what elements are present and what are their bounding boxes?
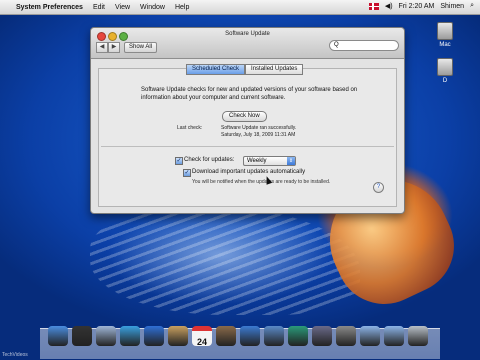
frequency-value: Weekly xyxy=(247,158,267,164)
finder-icon[interactable] xyxy=(48,326,68,346)
folder-icon[interactable] xyxy=(360,326,380,346)
search-input[interactable]: Q xyxy=(329,40,399,51)
tab-installed-updates[interactable]: Installed Updates xyxy=(245,64,304,75)
last-check-status: Software Update ran successfully. xyxy=(221,125,297,131)
trash-icon[interactable] xyxy=(408,326,428,346)
description-text: Software Update checks for new and updat… xyxy=(141,87,358,101)
iphoto-icon[interactable] xyxy=(264,326,284,346)
menu-extras: ◀) Fri 2:20 AM Shimen ⌕ xyxy=(368,2,474,10)
menu-edit[interactable]: Edit xyxy=(93,4,105,11)
spotlight-icon[interactable]: ⌕ xyxy=(470,2,474,10)
desktop-drive-d[interactable]: D xyxy=(425,58,465,84)
mail-icon[interactable] xyxy=(96,326,116,346)
hard-drive-icon xyxy=(437,22,453,40)
menu-bar: System Preferences Edit View Window Help… xyxy=(0,0,480,15)
menu-view[interactable]: View xyxy=(115,4,130,11)
title-bar[interactable]: Software Update ◀ ▶ Show All Q xyxy=(91,28,404,59)
downloads-icon[interactable] xyxy=(384,326,404,346)
download-note: You will be notified when the updates ar… xyxy=(192,179,331,185)
itunes-icon[interactable] xyxy=(240,326,260,346)
software-update-window: Software Update ◀ ▶ Show All Q Scheduled… xyxy=(90,27,405,214)
desktop-drive-mac[interactable]: Mac xyxy=(425,22,465,48)
hard-drive-icon xyxy=(437,58,453,76)
ical-icon[interactable]: 24 xyxy=(192,326,212,347)
download-automatically-checkbox[interactable]: ✓ xyxy=(183,169,191,177)
spaces-icon[interactable] xyxy=(312,326,332,346)
address-book-icon[interactable] xyxy=(168,326,188,346)
nav-buttons: ◀ ▶ xyxy=(96,42,120,53)
input-language-flag-icon[interactable] xyxy=(368,2,379,10)
check-for-updates-checkbox[interactable]: ✓ xyxy=(175,157,183,165)
select-arrows-icon: ⇕ xyxy=(287,157,295,165)
help-button[interactable]: ? xyxy=(373,182,384,193)
corner-watermark: TechVideos xyxy=(2,352,28,358)
time-machine-icon[interactable] xyxy=(288,326,308,346)
download-automatically-label: Download important updates automatically xyxy=(192,169,306,175)
desktop-icon-label: D xyxy=(442,78,448,84)
desktop-icon-label: Mac xyxy=(439,42,451,48)
volume-icon[interactable]: ◀) xyxy=(385,2,393,10)
menu-window[interactable]: Window xyxy=(140,4,165,11)
tab-bar: Scheduled Check Installed Updates xyxy=(186,64,304,75)
check-for-updates-label: Check for updates: xyxy=(184,157,235,163)
search-icon: Q xyxy=(334,42,339,48)
last-check-label: Last check: xyxy=(177,125,203,131)
last-check-date: Saturday, July 18, 2009 11:31 AM xyxy=(221,132,296,138)
ichat-icon[interactable] xyxy=(144,326,164,346)
check-now-button[interactable]: Check Now xyxy=(222,111,267,122)
last-check-value: Software Update ran successfully. Saturd… xyxy=(221,125,296,139)
divider xyxy=(101,146,394,147)
app-menu[interactable]: System Preferences xyxy=(16,4,83,11)
user-menu[interactable]: Shimen xyxy=(440,3,464,10)
window-title: Software Update xyxy=(225,31,270,37)
frequency-select[interactable]: Weekly ⇕ xyxy=(243,156,296,166)
clock[interactable]: Fri 2:20 AM xyxy=(399,3,435,10)
dashboard-icon[interactable] xyxy=(72,326,92,346)
dock: 24 xyxy=(48,326,428,347)
system-preferences-icon[interactable] xyxy=(336,326,356,346)
safari-icon[interactable] xyxy=(120,326,140,346)
back-arrow-icon[interactable]: ◀ xyxy=(96,42,108,53)
forward-arrow-icon[interactable]: ▶ xyxy=(108,42,120,53)
preview-icon[interactable] xyxy=(216,326,236,346)
menu-help[interactable]: Help xyxy=(175,4,189,11)
tab-scheduled-check[interactable]: Scheduled Check xyxy=(186,64,246,75)
show-all-button[interactable]: Show All xyxy=(124,42,158,53)
